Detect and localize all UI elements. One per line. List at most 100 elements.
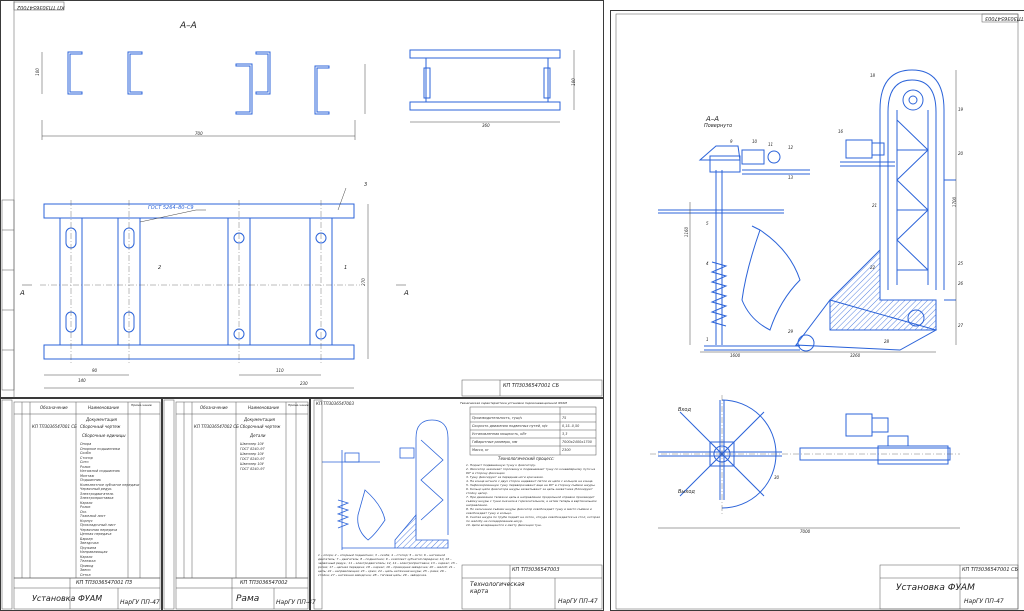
spec-item: Привод [80, 563, 94, 568]
install-dim-3260: 3260 [850, 353, 861, 358]
frame-dim-height-1: 100 [34, 68, 40, 76]
spec-item: Тележка [80, 559, 96, 563]
tech-process-step: 7. При движении тележки цепь в направлен… [466, 495, 597, 507]
frame-dimensions-top [41, 50, 575, 140]
spec-item: Корпус [80, 518, 93, 523]
spec-item: ГОСТ 8240–97 [240, 467, 265, 471]
spec1-doc-section: Документация [86, 417, 117, 422]
install-stamp-title: Установка ФУАМ [896, 583, 975, 593]
frame-pos-1: 1 [344, 265, 348, 271]
spec-item: Ролик [80, 464, 91, 469]
install-pos-27: 27 [958, 323, 964, 328]
spec-item: Швеллер 10У [240, 452, 264, 456]
install-centerlines [650, 395, 960, 515]
frame-dim-width: 360 [482, 123, 490, 128]
install-pos-18: 18 [870, 73, 876, 78]
tech-mini-drawing [322, 419, 449, 550]
install-pos-26: 26 [958, 281, 964, 286]
install-pos-28: 28 [884, 339, 890, 344]
spec1-header-note: Приме-чание [131, 403, 152, 407]
frame-dim-90: 90 [92, 368, 98, 373]
install-pos-5: 5 [706, 221, 709, 226]
tech-process-step: 2. Фиксатор зажимает горловину и подвеши… [466, 467, 596, 475]
frame-dim-270: 270 [360, 278, 366, 286]
tech-table-title: Техническая характеристика установки пар… [460, 401, 568, 405]
spec-item: Опора [80, 442, 92, 446]
spec-item: Барьер [80, 536, 93, 541]
spec2-grid [163, 399, 309, 610]
install-pos-20: 20 [958, 151, 964, 156]
tech-legend: 1 – опора; 2 – опорный подшипник; 3 – ск… [318, 553, 458, 577]
tech-row-label: Скорость движения подвесных путей, м/с [472, 424, 548, 428]
frame-dim-length: 700 [195, 131, 203, 136]
spec-item: Монтаж [80, 473, 95, 478]
spec2-stamp-code: КП ТП3036547002 [240, 580, 288, 586]
spec2-doc-row: КП ТП3036547002 СБ [194, 424, 239, 429]
install-section-sub: Повернуто [704, 123, 733, 129]
frame-arrow-label-left: A [20, 289, 25, 297]
frame-plan-view [43, 203, 355, 360]
tech-side-code: КП ТП3036547003 [316, 401, 355, 406]
tech-stamp-code: КП ТП3036547003 [512, 567, 560, 573]
spec-item: Ролик [80, 505, 91, 509]
frame-dim-height-2: 100 [570, 78, 576, 86]
spec2-doc-section: Документация [244, 417, 275, 422]
frame-centerlines [40, 200, 360, 365]
frame-dim-230: 230 [300, 381, 308, 386]
spec-item: Сито [80, 460, 89, 464]
spec2-stamp-group: НарГУ ПП-47 [276, 599, 316, 606]
spec1-stamp-group: НарГУ ПП-47 [120, 599, 160, 606]
tech-process-title: Технологический процесс: [498, 456, 555, 461]
spec-item: Подшипник [80, 478, 101, 482]
spec2-stamp-title: Рама [236, 594, 260, 604]
spec2-doc-name: Сборочный чертеж [240, 424, 281, 429]
install-section-label: А–А [706, 115, 720, 123]
install-pos-30: 30 [774, 475, 780, 480]
install-pos-1: 1 [706, 337, 709, 342]
install-stamp-group: НарГУ ПП-47 [964, 598, 1004, 605]
install-pos-11: 11 [768, 142, 774, 147]
spec2-header-note: Приме-чание [288, 403, 309, 407]
spec-item: Швеллер 10У [240, 442, 264, 446]
spec-item: Ось [80, 509, 87, 514]
spec-item: Сетка [80, 572, 91, 577]
tech-row-value: 0,15..0,50 [562, 424, 580, 428]
install-dim-1160: 1160 [684, 226, 690, 238]
frame-weld-note: ГОСТ 5264–80–С9 [148, 205, 194, 211]
spec1-units-section: Сборочные единицы [82, 433, 126, 438]
tech-process-step: 10. Цепи возвращаются к месту фиксации т… [466, 523, 542, 527]
spec-item: Стопор [80, 455, 93, 460]
tech-row-value: 75 [562, 416, 567, 420]
frame-title-box: КП ТП3036547002 [17, 4, 65, 10]
spec1-stamp-title: Установка ФУАМ [32, 594, 103, 603]
install-pos-16: 16 [838, 129, 844, 134]
tech-process-step: 8. По окончании съёмки шкуры фиксатор ос… [466, 507, 592, 515]
tech-row-value: 2300 [562, 448, 571, 452]
spec-item: Скоба [80, 451, 91, 455]
tech-process-step: 6. Кольцо цепи фиксатора шкуры захватыва… [466, 487, 593, 495]
spec-item: Цепная передача [80, 532, 112, 536]
install-pos-4: 4 [706, 261, 709, 266]
spec-item: Червячный редук. [80, 487, 113, 491]
install-dim-1700: 1700 [952, 196, 958, 208]
frame-section-label: A–A [180, 21, 197, 31]
spec-item: Натяжной подшипник [80, 469, 120, 473]
tech-stamp-title: Технологическая карта [470, 581, 525, 595]
spec1-header-designation: Обозначение [40, 405, 68, 410]
spec-item: Электроприставка [80, 496, 114, 500]
tech-row-label: Производительность, туш/ч [472, 416, 523, 420]
spec-item: ГОСТ 8240–97 [240, 457, 265, 461]
spec-item: Звено [80, 568, 91, 572]
install-border [615, 13, 1019, 610]
install-tower-drive [840, 139, 895, 167]
frame-pos-2: 2 [158, 265, 162, 271]
install-pos-21: 21 [872, 203, 878, 208]
frame-arrow-label-right: A [404, 289, 409, 297]
tech-stamp-group: НарГУ ПП-47 [558, 598, 598, 605]
spec-item: Комплектное зубчатое передачи [80, 482, 140, 487]
install-label-in: Вход [678, 407, 691, 413]
install-pos-12: 12 [788, 145, 794, 150]
spec-item: Прокладочный лист [80, 523, 116, 527]
spec-item: Каркас [80, 500, 93, 505]
spec-item: Каркас [80, 554, 93, 559]
